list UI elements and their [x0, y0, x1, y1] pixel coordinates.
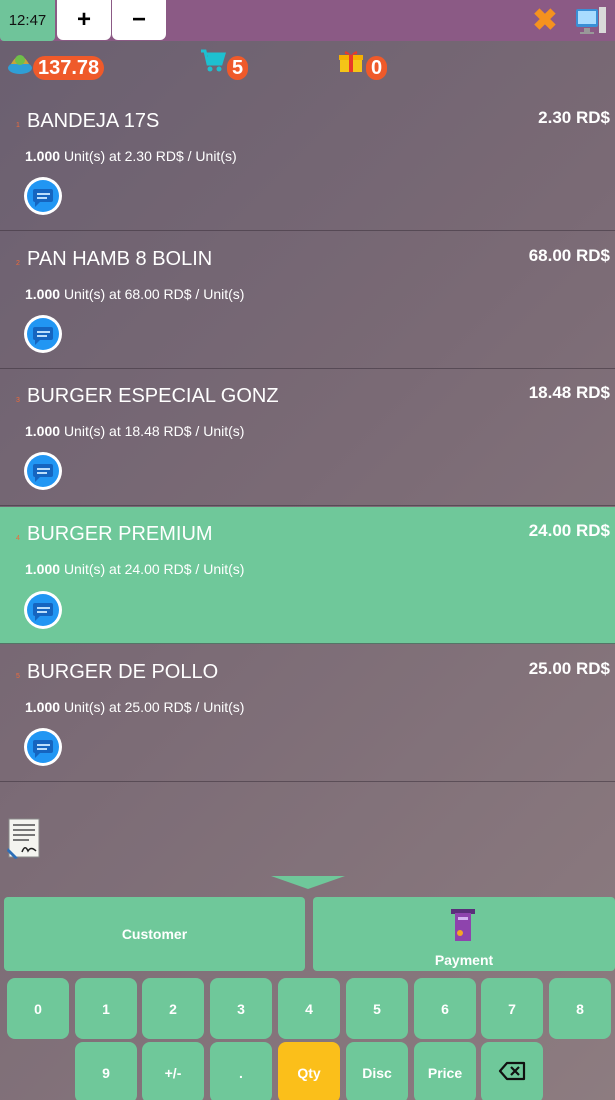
line-detail: 1.000 Unit(s) at 2.30 RD$ / Unit(s) [25, 148, 237, 164]
customer-button[interactable]: Customer [4, 897, 305, 971]
key-8[interactable]: 8 [549, 978, 611, 1039]
key-3[interactable]: 3 [210, 978, 272, 1039]
key-9[interactable]: 9 [75, 1042, 137, 1100]
payment-label: Payment [434, 952, 494, 968]
order-line[interactable]: 5 BURGER DE POLLO 25.00 RD$ 1.000 Unit(s… [0, 645, 615, 782]
line-detail: 1.000 Unit(s) at 24.00 RD$ / Unit(s) [25, 561, 244, 577]
line-qty: 1.000 [25, 148, 61, 164]
product-name: BURGER DE POLLO [27, 661, 219, 683]
key-5[interactable]: 5 [346, 978, 408, 1039]
line-unit-text: Unit(s) at 24.00 RD$ / Unit(s) [63, 561, 245, 577]
card-terminal-icon [445, 907, 481, 943]
note-icon[interactable] [24, 452, 62, 490]
line-price: 18.48 RD$ [528, 383, 610, 402]
line-price: 25.00 RD$ [528, 659, 610, 678]
note-icon[interactable] [24, 315, 62, 353]
add-order-button[interactable]: + [57, 0, 111, 40]
line-qty: 1.000 [25, 423, 61, 439]
product-name: BANDEJA 17S [27, 110, 160, 132]
gift-stat: 0 [338, 46, 388, 82]
total-stat: 137.78 [5, 46, 115, 82]
collapse-toggle[interactable] [271, 876, 345, 889]
line-price: 24.00 RD$ [528, 521, 610, 540]
line-price: 2.30 RD$ [538, 108, 610, 127]
key-1[interactable]: 1 [75, 978, 137, 1039]
key-2[interactable]: 2 [142, 978, 204, 1039]
payment-button[interactable]: Payment [313, 897, 615, 971]
line-qty: 1.000 [25, 699, 61, 715]
key-7[interactable]: 7 [481, 978, 543, 1039]
cart-count-badge: 5 [227, 56, 249, 80]
money-bag-icon [5, 48, 32, 74]
key-4[interactable]: 4 [278, 978, 340, 1039]
monitor-icon[interactable] [575, 7, 607, 35]
product-name: PAN HAMB 8 BOLIN [27, 248, 213, 270]
line-detail: 1.000 Unit(s) at 68.00 RD$ / Unit(s) [25, 286, 244, 302]
backspace-icon [498, 1061, 526, 1084]
remove-order-button[interactable]: − [112, 0, 166, 40]
line-unit-text: Unit(s) at 2.30 RD$ / Unit(s) [63, 148, 237, 164]
cart-stat: 5 [200, 46, 250, 82]
line-index: 2 [16, 260, 20, 267]
line-qty: 1.000 [25, 286, 61, 302]
order-line[interactable]: 3 BURGER ESPECIAL GONZ 18.48 RD$ 1.000 U… [0, 369, 615, 506]
gift-icon [338, 48, 364, 74]
line-detail: 1.000 Unit(s) at 25.00 RD$ / Unit(s) [25, 699, 244, 715]
note-icon[interactable] [24, 591, 62, 629]
backspace-key[interactable] [481, 1042, 543, 1100]
price-mode-key[interactable]: Price [414, 1042, 476, 1100]
line-index: 5 [16, 673, 20, 680]
product-name: BURGER PREMIUM [27, 523, 213, 545]
gift-count-badge: 0 [366, 56, 388, 80]
decimal-key[interactable]: . [210, 1042, 272, 1100]
key-0[interactable]: 0 [7, 978, 69, 1039]
customer-label: Customer [121, 926, 188, 942]
note-icon[interactable] [24, 728, 62, 766]
order-line-selected[interactable]: 4 BURGER PREMIUM 24.00 RD$ 1.000 Unit(s)… [0, 507, 615, 644]
total-badge: 137.78 [33, 56, 105, 80]
disc-mode-key[interactable]: Disc [346, 1042, 408, 1100]
note-icon[interactable] [24, 177, 62, 215]
line-price: 68.00 RD$ [528, 246, 610, 265]
order-line[interactable]: 1 BANDEJA 17S 2.30 RD$ 1.000 Unit(s) at … [0, 94, 615, 231]
qty-mode-key[interactable]: Qty [278, 1042, 340, 1100]
key-6[interactable]: 6 [414, 978, 476, 1039]
close-icon[interactable]: ✖ [530, 6, 560, 36]
line-unit-text: Unit(s) at 18.48 RD$ / Unit(s) [63, 423, 245, 439]
product-name: BURGER ESPECIAL GONZ [27, 385, 279, 407]
line-index: 1 [16, 122, 20, 129]
top-bar: 12:47 + − ✖ [0, 0, 615, 41]
clock: 12:47 [0, 0, 55, 41]
line-index: 3 [16, 397, 20, 404]
signature-icon[interactable] [6, 818, 42, 860]
line-unit-text: Unit(s) at 25.00 RD$ / Unit(s) [63, 699, 245, 715]
line-index: 4 [16, 535, 20, 542]
order-line[interactable]: 2 PAN HAMB 8 BOLIN 68.00 RD$ 1.000 Unit(… [0, 232, 615, 369]
line-unit-text: Unit(s) at 68.00 RD$ / Unit(s) [63, 286, 245, 302]
sign-toggle-key[interactable]: +/- [142, 1042, 204, 1100]
line-qty: 1.000 [25, 561, 61, 577]
cart-icon [200, 48, 227, 74]
line-detail: 1.000 Unit(s) at 18.48 RD$ / Unit(s) [25, 423, 244, 439]
